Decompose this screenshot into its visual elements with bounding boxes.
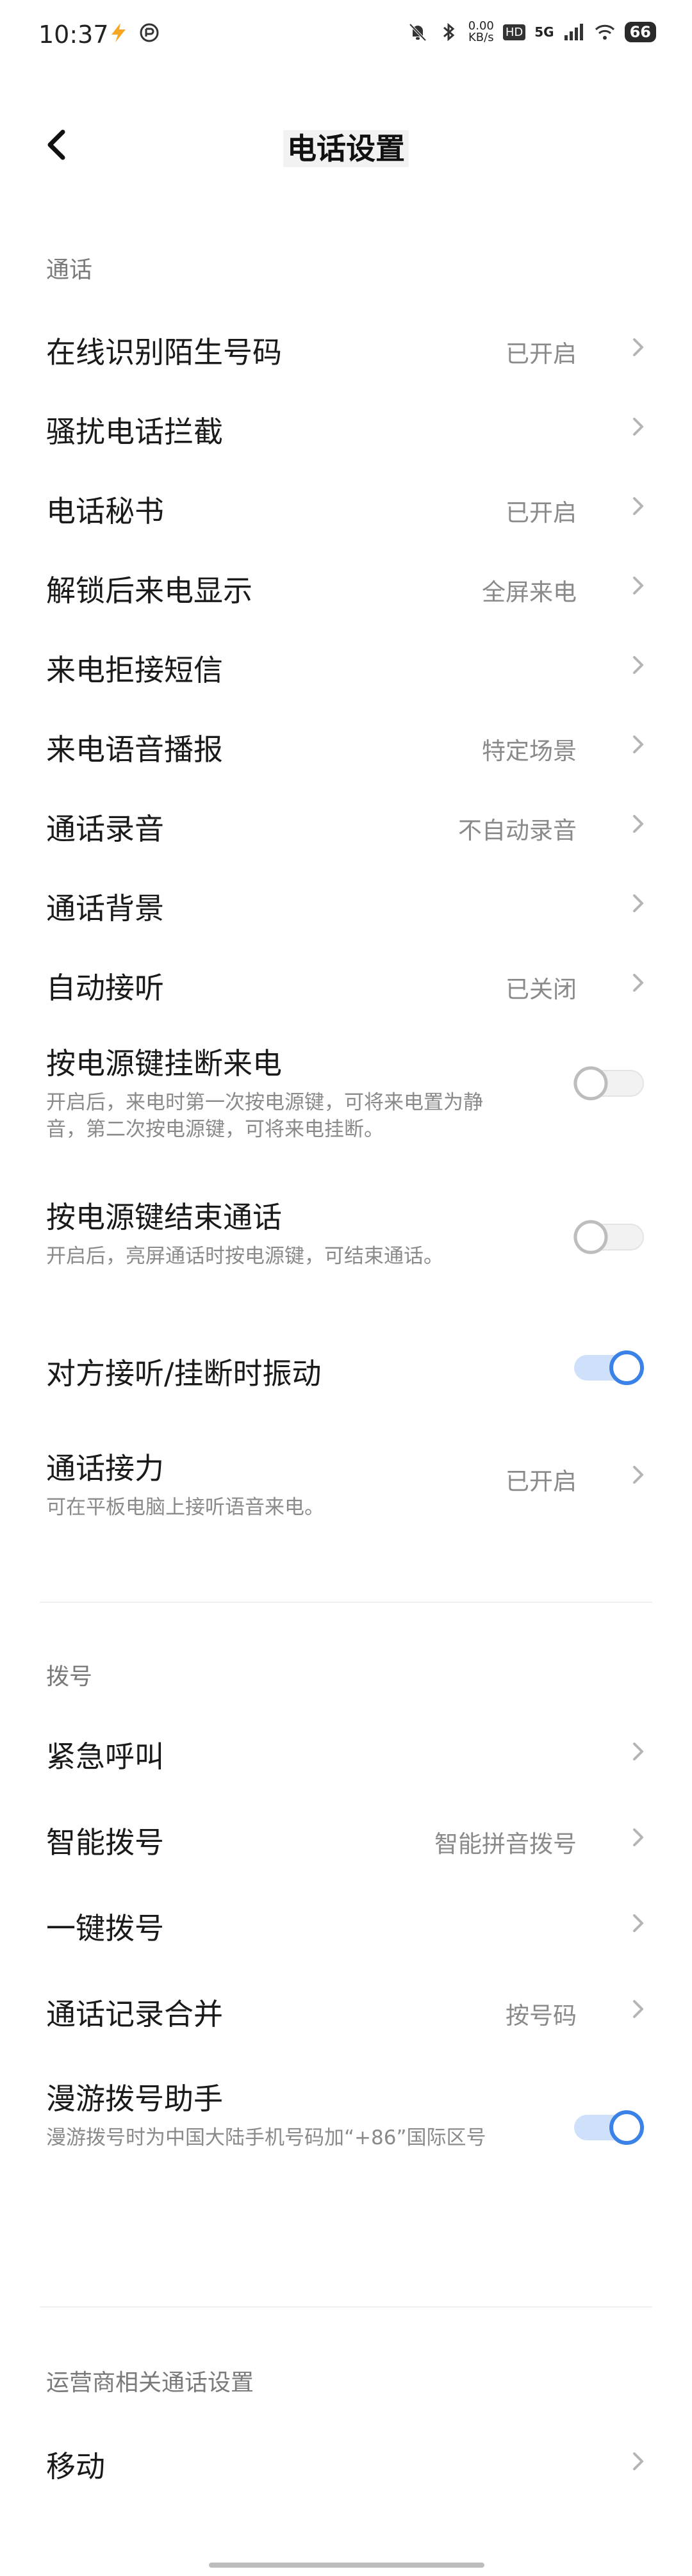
row-merge-records[interactable]: 通话记录合并 按号码 xyxy=(0,1969,692,2049)
section-divider xyxy=(40,1602,652,1603)
chevron-right-icon xyxy=(633,656,643,674)
circle-badge-icon xyxy=(140,23,159,42)
power-hangup-toggle[interactable] xyxy=(572,1063,646,1103)
row-roaming-assistant: 漫游拨号助手 漫游拨号时为中国大陆手机号码加“+86”国际区号 xyxy=(0,2056,692,2210)
row-call-recording[interactable]: 通话录音 不自动录音 xyxy=(0,784,692,864)
net-speed: 0.00 KB/s xyxy=(468,19,494,44)
vibrate-toggle[interactable] xyxy=(572,1348,646,1388)
row-vibrate: 对方接听/挂断时振动 xyxy=(0,1320,692,1416)
hd-badge: HD xyxy=(502,24,526,40)
chevron-right-icon xyxy=(633,418,643,436)
battery-indicator: 66 xyxy=(624,22,656,42)
row-call-background[interactable]: 通话背景 xyxy=(0,864,692,943)
row-harass-block[interactable]: 骚扰电话拦截 xyxy=(0,387,692,466)
chevron-right-icon xyxy=(633,577,643,595)
bluetooth-icon xyxy=(443,22,455,42)
wifi-icon xyxy=(595,24,614,40)
chevron-right-icon xyxy=(633,1914,643,1932)
chevron-right-icon xyxy=(633,815,643,833)
row-call-relay[interactable]: 通话接力 可在平板电脑上接听语音来电。 已开启 xyxy=(0,1422,692,1550)
chevron-right-icon xyxy=(633,974,643,992)
row-emergency-call[interactable]: 紧急呼叫 xyxy=(0,1712,692,1791)
row-call-secretary[interactable]: 电话秘书 已开启 xyxy=(0,466,692,546)
chevron-right-icon xyxy=(633,2452,643,2470)
row-online-identify[interactable]: 在线识别陌生号码 已开启 xyxy=(0,308,692,387)
status-time: 10:37 xyxy=(38,21,109,49)
mute-bell-icon xyxy=(409,23,427,42)
signal-label: 5G xyxy=(534,24,554,40)
row-auto-answer[interactable]: 自动接听 已关闭 xyxy=(0,943,692,1022)
chevron-right-icon xyxy=(633,1743,643,1760)
row-power-end-call: 按电源键结束通话 开启后，亮屏通话时按电源键，可结束通话。 xyxy=(0,1179,692,1307)
section-label-carrier: 运营商相关通话设置 xyxy=(46,2370,254,2396)
row-carrier-mobile[interactable]: 移动 xyxy=(0,2422,692,2501)
chevron-right-icon xyxy=(633,338,643,356)
row-power-hangup: 按电源键挂断来电 开启后，来电时第一次按电源键，可将来电置为静音，第二次按电源键… xyxy=(0,1025,692,1172)
chevron-right-icon xyxy=(633,497,643,515)
row-smart-dial[interactable]: 智能拨号 智能拼音拨号 xyxy=(0,1798,692,1877)
signal-icon xyxy=(564,24,583,40)
section-divider xyxy=(40,2306,652,2308)
page-title: 电话设置 xyxy=(0,126,692,168)
chevron-right-icon xyxy=(633,1828,643,1846)
chevron-right-icon xyxy=(633,2000,643,2018)
section-label-dial: 拨号 xyxy=(46,1664,93,1690)
chevron-right-icon xyxy=(633,894,643,912)
chevron-right-icon xyxy=(633,1466,643,1484)
header: 电话设置 xyxy=(0,103,692,179)
row-unlock-display[interactable]: 解锁后来电显示 全屏来电 xyxy=(0,546,692,625)
row-voice-announce[interactable]: 来电语音播报 特定场景 xyxy=(0,705,692,784)
row-speed-dial[interactable]: 一键拨号 xyxy=(0,1883,692,1963)
lightning-icon xyxy=(111,23,126,42)
power-end-toggle[interactable] xyxy=(572,1217,646,1257)
home-indicator[interactable] xyxy=(209,2563,484,2568)
roaming-toggle[interactable] xyxy=(572,2108,646,2147)
section-label-call: 通话 xyxy=(46,257,93,283)
status-bar: 10:37 0.00 KB/s HD 5G 66 xyxy=(0,0,692,72)
chevron-right-icon xyxy=(633,735,643,753)
row-reject-sms[interactable]: 来电拒接短信 xyxy=(0,625,692,705)
